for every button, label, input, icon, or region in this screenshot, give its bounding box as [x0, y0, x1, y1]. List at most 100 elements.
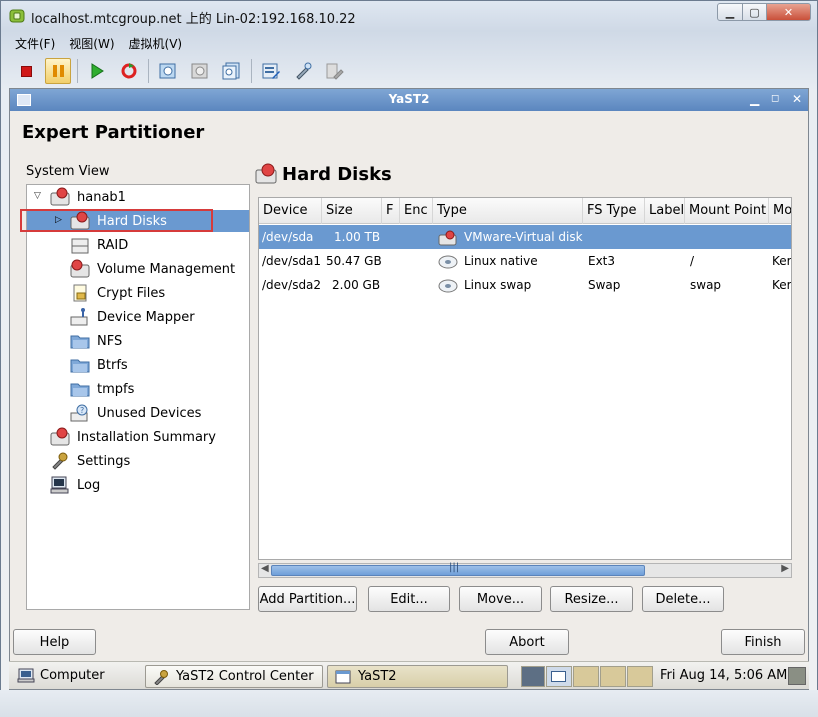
taskbar: Computer YaST2 Control Center YaST2 Fri …: [9, 661, 809, 689]
page-title: Expert Partitioner: [22, 122, 205, 143]
maximize-icon[interactable]: ◻: [771, 93, 779, 104]
folder-icon: [69, 379, 91, 399]
grip-icon: |||: [449, 562, 460, 573]
delete-button[interactable]: Delete...: [642, 586, 724, 612]
devices-table: Device Size F Enc Type FS Type Label Mou…: [258, 197, 792, 560]
workspace-4[interactable]: [627, 666, 653, 687]
notification-icon[interactable]: [788, 667, 806, 685]
finish-button[interactable]: Finish: [721, 629, 805, 655]
vm-settings-icon[interactable]: [258, 58, 284, 84]
system-view-label: System View: [26, 164, 110, 179]
help-button[interactable]: Help: [13, 629, 96, 655]
partition-icon: [438, 278, 458, 294]
folder-icon: [69, 331, 91, 351]
abort-button[interactable]: Abort: [485, 629, 569, 655]
summary-icon: [49, 427, 71, 447]
col-fs-type[interactable]: FS Type: [583, 198, 645, 224]
partition-icon: [438, 254, 458, 270]
tree-item-btrfs[interactable]: Btrfs: [69, 354, 128, 376]
tree-item-volume-management[interactable]: Volume Management: [69, 258, 235, 280]
workspace-3[interactable]: [600, 666, 626, 687]
task-yast2[interactable]: YaST2: [327, 665, 508, 688]
window-icon: [334, 669, 352, 685]
table-header: Device Size F Enc Type FS Type Label Mou…: [259, 198, 791, 224]
resize-button[interactable]: Resize...: [550, 586, 633, 612]
col-type[interactable]: Type: [433, 198, 583, 224]
col-mount-by[interactable]: Mo: [769, 198, 791, 224]
tree-item-raid[interactable]: RAID: [69, 234, 128, 256]
outer-titlebar[interactable]: localhost.mtcgroup.net 上的 Lin-02:192.168…: [1, 1, 817, 31]
computer-menu[interactable]: Computer: [17, 667, 105, 683]
table-row[interactable]: /dev/sda2 2.00 GB Linux swap Swap swap K…: [259, 273, 791, 297]
col-f[interactable]: F: [382, 198, 400, 224]
close-button[interactable]: ✕: [767, 3, 811, 21]
clock[interactable]: Fri Aug 14, 5:06 AM: [660, 668, 787, 683]
task-yast-control-center[interactable]: YaST2 Control Center: [145, 665, 323, 688]
scroll-left-icon[interactable]: ◀: [261, 563, 269, 574]
svg-text:?: ?: [80, 406, 84, 415]
tree-item-unused-devices[interactable]: ? Unused Devices: [69, 402, 201, 424]
stop-icon[interactable]: [13, 58, 39, 84]
play-icon[interactable]: [84, 58, 110, 84]
computer-icon: [17, 668, 35, 683]
menubar: 文件(F) 视图(W) 虚拟机(V): [15, 35, 182, 52]
settings-wrench-icon: [49, 451, 71, 471]
show-desktop-icon[interactable]: [521, 666, 545, 687]
tree-item-device-mapper[interactable]: Device Mapper: [69, 306, 195, 328]
tree-item-log[interactable]: Log: [49, 474, 100, 496]
yast2-titlebar[interactable]: YaST2 ▁ ◻ ✕: [10, 89, 808, 111]
device-mapper-icon: [69, 307, 91, 327]
col-mount-point[interactable]: Mount Point: [685, 198, 769, 224]
expand-arrow-icon[interactable]: ▽: [34, 191, 41, 201]
horizontal-scrollbar[interactable]: ◀ ||| ▶: [258, 562, 792, 578]
toolbar: [13, 57, 354, 85]
table-row[interactable]: /dev/sda 1.00 TB VMware-Virtual disk: [259, 225, 791, 249]
col-size[interactable]: Size: [322, 198, 382, 224]
col-device[interactable]: Device: [259, 198, 322, 224]
system-view-tree: ▽ hanab1 Hard Disks ▷ RAID Volume Manage…: [26, 184, 250, 610]
folder-icon: [69, 355, 91, 375]
pause-icon[interactable]: [45, 58, 71, 84]
snapshot-icon[interactable]: [155, 58, 181, 84]
unused-device-icon: ?: [69, 403, 91, 423]
raid-icon: [69, 235, 91, 255]
menu-file[interactable]: 文件(F): [15, 35, 55, 52]
highlight-annotation: [20, 209, 213, 232]
window-title: localhost.mtcgroup.net 上的 Lin-02:192.168…: [31, 12, 356, 27]
edit-button[interactable]: Edit...: [368, 586, 450, 612]
revert-snapshot-icon[interactable]: [187, 58, 213, 84]
panel-title: Hard Disks: [254, 163, 392, 185]
yast2-window: YaST2 ▁ ◻ ✕ Expert Partitioner System Vi…: [9, 88, 809, 690]
tree-item-settings[interactable]: Settings: [49, 450, 130, 472]
tree-item-tmpfs[interactable]: tmpfs: [69, 378, 134, 400]
add-partition-button[interactable]: Add Partition...: [258, 586, 357, 612]
manage-snapshots-icon[interactable]: [219, 58, 245, 84]
disabled-settings-icon[interactable]: [322, 58, 348, 84]
computer-icon: [49, 187, 71, 207]
menu-view[interactable]: 视图(W): [69, 35, 114, 52]
col-label[interactable]: Label: [645, 198, 685, 224]
vm-console-icon: [9, 9, 25, 23]
maximize-button[interactable]: ▢: [743, 3, 767, 21]
tree-item-nfs[interactable]: NFS: [69, 330, 122, 352]
volume-icon: [69, 259, 91, 279]
yast2-title: YaST2: [388, 92, 430, 106]
crypt-file-icon: [69, 283, 91, 303]
col-enc[interactable]: Enc: [400, 198, 433, 224]
minimize-icon[interactable]: ▁: [750, 92, 759, 106]
edit-settings-icon[interactable]: [290, 58, 316, 84]
move-button[interactable]: Move...: [459, 586, 542, 612]
status-strip: [0, 690, 818, 717]
scroll-right-icon[interactable]: ▶: [781, 563, 789, 574]
tree-item-crypt-files[interactable]: Crypt Files: [69, 282, 165, 304]
minimize-button[interactable]: ▁: [717, 3, 743, 21]
close-icon[interactable]: ✕: [792, 92, 802, 106]
tree-item-hanab1[interactable]: hanab1: [49, 186, 126, 208]
workspace-1[interactable]: [546, 666, 572, 687]
tree-item-installation-summary[interactable]: Installation Summary: [49, 426, 216, 448]
restart-icon[interactable]: [116, 58, 142, 84]
menu-vm[interactable]: 虚拟机(V): [129, 35, 183, 52]
hard-disk-icon: [438, 230, 458, 246]
table-row[interactable]: /dev/sda1 50.47 GB Linux native Ext3 / K…: [259, 249, 791, 273]
workspace-2[interactable]: [573, 666, 599, 687]
